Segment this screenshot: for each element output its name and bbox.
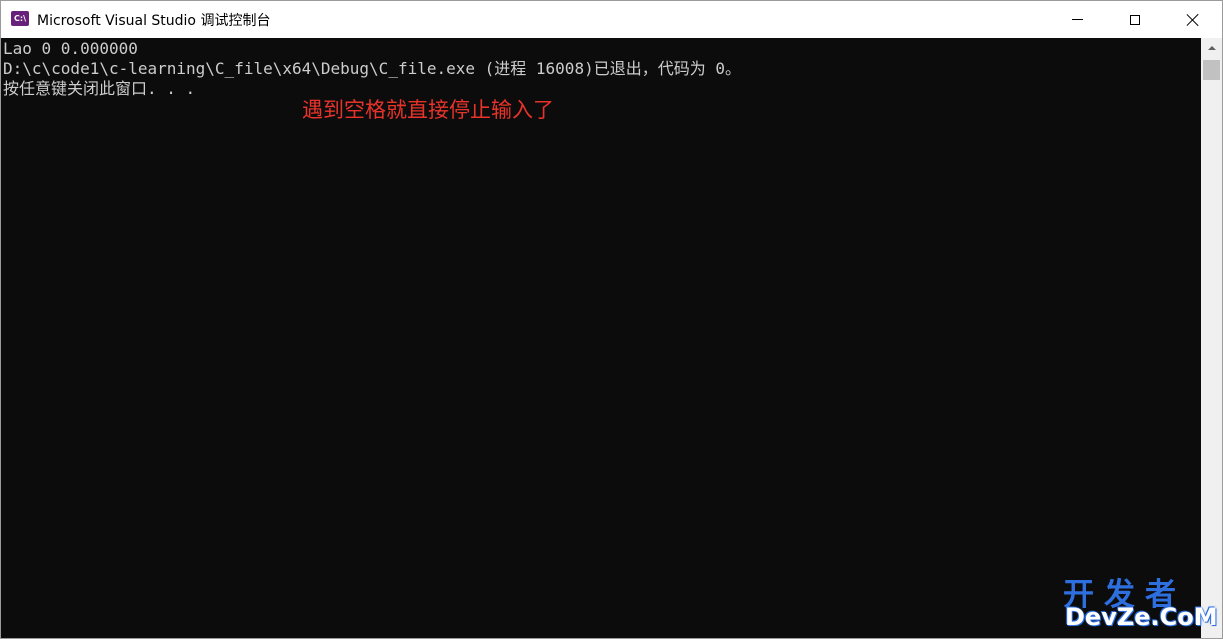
- watermark-logo: 开发者 DevZe.CoM: [1063, 569, 1218, 633]
- arrow-up-icon: [1207, 46, 1216, 50]
- scroll-up-button[interactable]: [1201, 38, 1222, 58]
- minimize-button[interactable]: [1048, 1, 1106, 38]
- console-line-output: Lao 0 0.000000: [3, 39, 138, 58]
- watermark-bottom-text: DevZe.CoM: [1065, 603, 1218, 631]
- visual-studio-console-icon: C:\: [11, 11, 29, 26]
- console-line-press-key: 按任意键关闭此窗口. . .: [3, 79, 196, 98]
- console-window: C:\ Microsoft Visual Studio 调试控制台 Lao 0 …: [0, 0, 1223, 639]
- maximize-icon: [1130, 14, 1140, 25]
- close-button[interactable]: [1164, 1, 1222, 38]
- console-line-exit-status: D:\c\code1\c-learning\C_file\x64\Debug\C…: [3, 59, 741, 78]
- minimize-icon: [1071, 19, 1083, 20]
- maximize-button[interactable]: [1106, 1, 1164, 38]
- annotation-note: 遇到空格就直接停止输入了: [302, 98, 554, 122]
- console-output[interactable]: Lao 0 0.000000 D:\c\code1\c-learning\C_f…: [2, 38, 1201, 638]
- close-icon: [1186, 13, 1200, 27]
- vertical-scrollbar[interactable]: [1201, 38, 1222, 638]
- window-title: Microsoft Visual Studio 调试控制台: [37, 13, 271, 29]
- scrollbar-thumb[interactable]: [1203, 60, 1220, 80]
- title-bar[interactable]: C:\ Microsoft Visual Studio 调试控制台: [1, 1, 1222, 38]
